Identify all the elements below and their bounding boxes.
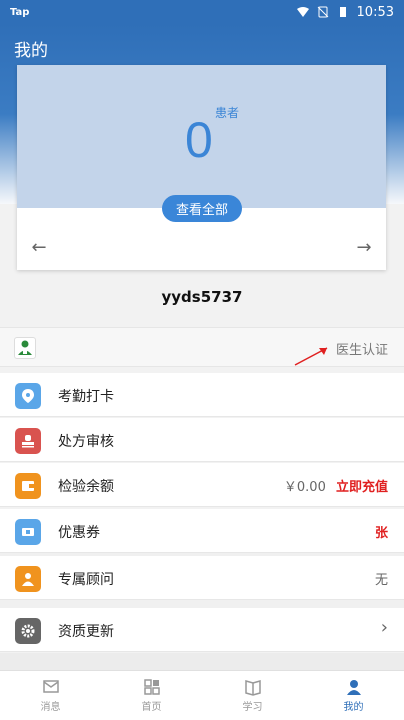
bottom-nav: 消息 首页 学习 我的 bbox=[0, 670, 404, 720]
menu-label: 检验余额 bbox=[58, 479, 114, 495]
balance-amount: ￥0.00 bbox=[283, 480, 326, 495]
menu-row-coupons[interactable]: 优惠券 张 bbox=[0, 509, 404, 553]
menu-row-qualification[interactable]: 资质更新 › bbox=[0, 608, 404, 652]
tab-label: 消息 bbox=[40, 702, 61, 713]
gear-icon bbox=[15, 618, 41, 644]
wallet-icon bbox=[15, 473, 41, 499]
tab-home[interactable]: 首页 bbox=[101, 671, 202, 720]
menu-label: 优惠券 bbox=[58, 525, 100, 541]
advisor-icon bbox=[15, 566, 41, 592]
stamp-icon bbox=[15, 428, 41, 454]
annotation-arrow-icon bbox=[294, 347, 328, 366]
tab-label: 首页 bbox=[141, 702, 162, 713]
doctor-verify-label: 医生认证 bbox=[335, 343, 388, 358]
clock: 10:53 bbox=[356, 4, 394, 20]
tab-messages[interactable]: 消息 bbox=[0, 671, 101, 720]
next-section-peek bbox=[0, 653, 404, 670]
chevron-right-icon: › bbox=[380, 617, 388, 638]
profile-icon bbox=[346, 680, 361, 695]
location-pin-icon bbox=[15, 383, 41, 409]
ticket-icon bbox=[15, 519, 41, 545]
patient-count: 0 bbox=[185, 112, 213, 168]
menu-label: 考勤打卡 bbox=[58, 389, 114, 405]
tab-mine[interactable]: 我的 bbox=[303, 671, 404, 720]
home-grid-icon bbox=[143, 679, 160, 695]
arrow-right-icon[interactable]: → bbox=[354, 237, 374, 258]
advisor-value: 无 bbox=[374, 573, 388, 588]
tab-learning[interactable]: 学习 bbox=[202, 671, 303, 720]
page-title: 我的 bbox=[14, 41, 48, 61]
wifi-icon bbox=[296, 7, 309, 17]
menu-row-advisor[interactable]: 专属顾问 无 bbox=[0, 556, 404, 600]
battery-icon bbox=[339, 7, 346, 17]
tab-label: 学习 bbox=[242, 702, 263, 713]
menu-label: 处方审核 bbox=[58, 434, 114, 450]
arrow-left-icon[interactable]: ← bbox=[29, 237, 49, 258]
book-icon bbox=[244, 680, 261, 696]
doctor-badge-icon bbox=[14, 337, 36, 359]
doctor-verify-row[interactable]: 医生认证 bbox=[0, 327, 404, 367]
patient-count-label: 患者 bbox=[215, 106, 240, 120]
tab-label: 我的 bbox=[343, 702, 364, 713]
recharge-link[interactable]: 立即充值 bbox=[336, 480, 388, 495]
menu-label: 专属顾问 bbox=[58, 572, 114, 588]
username: yyds5737 bbox=[161, 288, 243, 306]
coupon-count-unit: 张 bbox=[374, 526, 388, 541]
menu-row-balance[interactable]: 检验余额 ￥0.00 立即充值 bbox=[0, 463, 404, 507]
patient-card: 0 患者 查看全部 ← → bbox=[17, 65, 386, 270]
status-bar: Tap 10:53 bbox=[0, 0, 404, 24]
menu-row-attendance[interactable]: 考勤打卡 bbox=[0, 373, 404, 417]
carrier-label: Tap bbox=[10, 6, 30, 18]
menu-label: 资质更新 bbox=[58, 624, 114, 640]
no-sim-icon bbox=[317, 6, 328, 18]
menu-row-prescription[interactable]: 处方审核 bbox=[0, 418, 404, 462]
message-icon bbox=[42, 680, 59, 693]
view-all-button[interactable]: 查看全部 bbox=[162, 195, 242, 222]
